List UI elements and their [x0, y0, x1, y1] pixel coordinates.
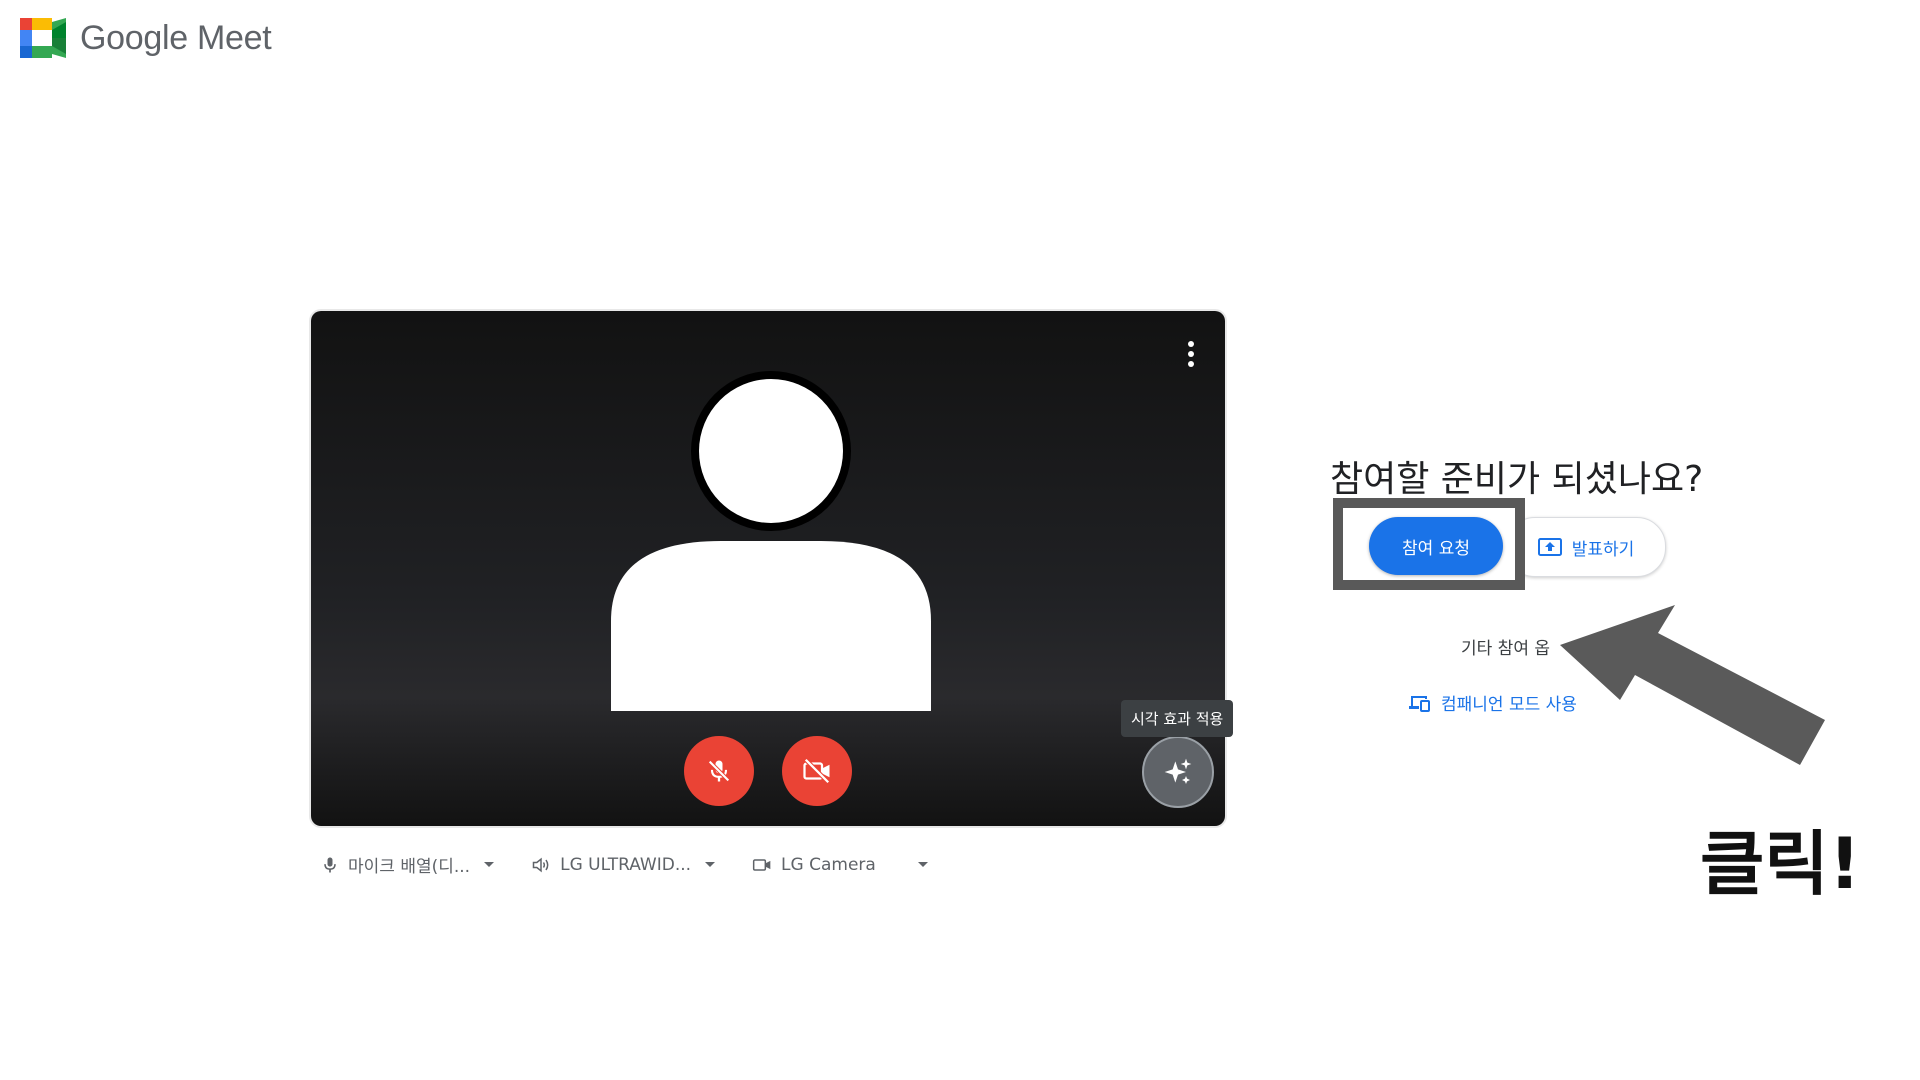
speaker-selector[interactable]: LG ULTRAWID... — [530, 854, 716, 875]
chevron-down-icon — [484, 862, 495, 867]
user-avatar-icon — [611, 371, 931, 711]
speaker-icon — [532, 857, 549, 872]
speaker-label: LG ULTRAWID... — [560, 854, 692, 875]
more-options-icon[interactable] — [1179, 339, 1203, 369]
ready-to-join-title: 참여할 준비가 되셨나요? — [1330, 459, 1704, 500]
sparkle-icon — [1164, 758, 1192, 784]
present-screen-icon — [1537, 538, 1562, 556]
click-annotation: 클릭! — [1700, 823, 1861, 905]
present-button-label: 발표하기 — [1571, 539, 1635, 560]
google-meet-logo-icon — [20, 18, 66, 58]
annotation-arrow-icon — [1560, 605, 1825, 765]
chevron-down-icon — [917, 862, 928, 867]
other-join-options[interactable]: 기타 참여 옵 — [1461, 634, 1550, 659]
mic-off-button[interactable] — [684, 736, 754, 806]
chevron-down-icon — [705, 862, 716, 867]
visual-effects-button[interactable] — [1142, 736, 1214, 808]
microphone-icon — [324, 857, 336, 872]
camera-selector[interactable]: LG Camera — [751, 855, 928, 875]
companion-device-icon — [1409, 695, 1430, 712]
app-title: Google Meet — [80, 18, 272, 57]
visual-effects-tooltip: 시각 효과 적용 — [1121, 700, 1234, 737]
mic-off-icon — [708, 760, 730, 782]
camera-label: LG Camera — [781, 854, 876, 875]
microphone-label: 마이크 배열(디... — [348, 857, 471, 877]
present-button[interactable]: 발표하기 — [1506, 517, 1666, 577]
device-selector-bar: 마이크 배열(디... LG ULTRAWID... LG Camera — [320, 852, 964, 877]
app-header: Google Meet — [20, 18, 272, 58]
camera-icon — [752, 858, 771, 871]
join-request-button[interactable]: 참여 요청 — [1369, 517, 1503, 575]
video-preview — [311, 311, 1225, 826]
camera-off-button[interactable] — [782, 736, 852, 806]
camera-off-icon — [803, 758, 830, 784]
microphone-selector[interactable]: 마이크 배열(디... — [320, 852, 495, 877]
